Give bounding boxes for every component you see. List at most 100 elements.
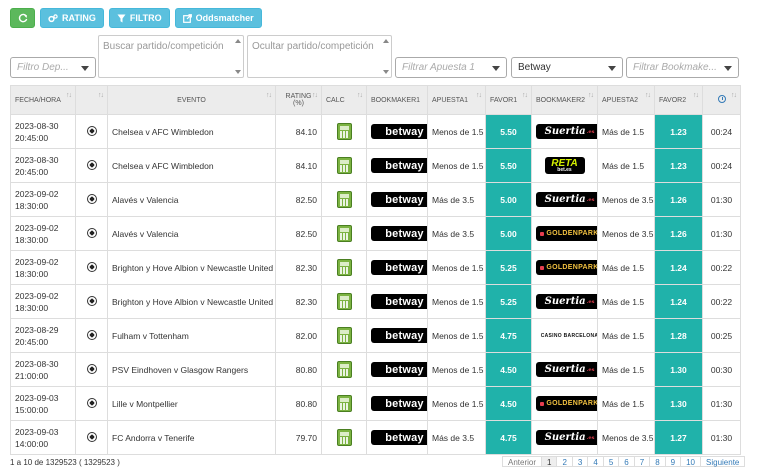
apuesta-filter-select[interactable]: Filtrar Apuesta 1 — [395, 57, 507, 78]
calculator-icon[interactable] — [336, 327, 352, 344]
calculator-icon[interactable] — [336, 225, 352, 242]
bookmaker1-select[interactable]: Betway — [511, 57, 623, 78]
cell-bookmaker2[interactable]: Suertia .es — [531, 284, 598, 319]
table-row[interactable]: 2023-08-30 20:45:00 Chelsea v AFC Wimbledo… — [10, 114, 741, 149]
table-row[interactable]: 2023-09-03 14:00:00 FC Andorra v Tenerife 7… — [10, 420, 741, 455]
search-match-input[interactable]: Buscar partido/competición — [98, 35, 244, 78]
cell-favor2[interactable]: 1.24 — [654, 284, 703, 319]
col-header-evento[interactable]: EVENTO ↑↓ — [107, 85, 276, 115]
col-header-apuesta2[interactable]: APUESTA2 ↑↓ — [597, 85, 655, 115]
pagination-page[interactable]: 2 — [556, 456, 573, 467]
table-row[interactable]: 2023-09-03 15:00:00 Lille v Montpellier 80.… — [10, 386, 741, 421]
pagination-next[interactable]: Siguiente — [700, 456, 746, 467]
pagination-page[interactable]: 6 — [618, 456, 635, 467]
cell-event[interactable]: Brighton y Hove Albion v Newcastle Unite… — [107, 250, 276, 285]
cell-bookmaker2[interactable]: GOLDENPARK — [531, 216, 598, 251]
refresh-button[interactable] — [10, 8, 35, 28]
cell-favor1[interactable]: 5.00 — [485, 182, 532, 217]
cell-event[interactable]: Alavés v Valencia — [107, 182, 276, 217]
calculator-icon[interactable] — [336, 429, 352, 446]
cell-favor1[interactable]: 5.25 — [485, 250, 532, 285]
pagination-page[interactable]: 3 — [571, 456, 589, 467]
calculator-icon[interactable] — [336, 361, 352, 378]
cell-event[interactable]: Brighton y Hove Albion v Newcastle Unite… — [107, 284, 276, 319]
col-header-countdown[interactable]: ↑↓ — [702, 85, 741, 115]
cell-bookmaker1[interactable]: betway — [366, 420, 428, 455]
cell-event[interactable]: Alavés v Valencia — [107, 216, 276, 251]
filtro-button[interactable]: FILTRO — [108, 8, 170, 28]
cell-bookmaker2[interactable]: Suertia .es — [531, 420, 598, 455]
cell-event[interactable]: Fulham v Tottenham — [107, 318, 276, 353]
cell-favor2[interactable]: 1.23 — [654, 148, 703, 183]
cell-favor1[interactable]: 4.75 — [485, 420, 532, 455]
cell-event[interactable]: Chelsea v AFC Wimbledon — [107, 114, 276, 149]
cell-bookmaker2[interactable]: GOLDENPARK — [531, 386, 598, 421]
cell-favor1[interactable]: 5.25 — [485, 284, 532, 319]
hide-match-input[interactable]: Ocultar partido/competición — [247, 35, 392, 78]
cell-favor2[interactable]: 1.26 — [654, 216, 703, 251]
cell-favor1[interactable]: 4.75 — [485, 318, 532, 353]
cell-bookmaker1[interactable]: betway — [366, 352, 428, 387]
cell-favor2[interactable]: 1.27 — [654, 420, 703, 455]
calculator-icon[interactable] — [336, 191, 352, 208]
table-row[interactable]: 2023-09-02 18:30:00 Alavés v Valencia 82.50… — [10, 216, 741, 251]
calculator-icon[interactable] — [336, 395, 352, 412]
calculator-icon[interactable] — [336, 157, 352, 174]
cell-bookmaker1[interactable]: betway — [366, 284, 428, 319]
cell-favor1[interactable]: 5.50 — [485, 114, 532, 149]
cell-bookmaker1[interactable]: betway — [366, 318, 428, 353]
pagination-page[interactable]: 8 — [649, 456, 666, 467]
cell-bookmaker1[interactable]: betway — [366, 114, 428, 149]
pagination-page[interactable]: 10 — [680, 456, 701, 467]
col-header-bookmaker1[interactable]: BOOKMAKER1 — [366, 85, 428, 115]
cell-favor2[interactable]: 1.24 — [654, 250, 703, 285]
pagination-page[interactable]: 4 — [587, 456, 604, 467]
cell-favor2[interactable]: 1.23 — [654, 114, 703, 149]
cell-bookmaker1[interactable]: betway — [366, 216, 428, 251]
pagination-page[interactable]: 1 — [541, 456, 558, 467]
cell-bookmaker1[interactable]: betway — [366, 148, 428, 183]
textarea-scrollbar[interactable] — [381, 37, 390, 76]
table-row[interactable]: 2023-08-30 21:00:00 PSV Eindhoven v Glasgo… — [10, 352, 741, 387]
cell-favor2[interactable]: 1.30 — [654, 352, 703, 387]
col-header-bookmaker2[interactable]: BOOKMAKER2 ↑↓ — [531, 85, 598, 115]
cell-favor1[interactable]: 5.00 — [485, 216, 532, 251]
pagination-previous[interactable]: Anterior — [502, 456, 543, 467]
calculator-icon[interactable] — [336, 293, 352, 310]
col-header-sport[interactable]: ↑↓ — [75, 85, 108, 115]
calculator-icon[interactable] — [336, 259, 352, 276]
cell-event[interactable]: FC Andorra v Tenerife — [107, 420, 276, 455]
cell-event[interactable]: PSV Eindhoven v Glasgow Rangers — [107, 352, 276, 387]
textarea-scrollbar[interactable] — [233, 37, 242, 76]
cell-favor1[interactable]: 4.50 — [485, 386, 532, 421]
cell-event[interactable]: Chelsea v AFC Wimbledon — [107, 148, 276, 183]
table-row[interactable]: 2023-09-02 18:30:00 Alavés v Valencia 82.50… — [10, 182, 741, 217]
col-header-calc[interactable]: CALC ↑↓ — [321, 85, 367, 115]
table-row[interactable]: 2023-08-30 20:45:00 Chelsea v AFC Wimbledo… — [10, 148, 741, 183]
cell-favor2[interactable]: 1.26 — [654, 182, 703, 217]
pagination-page[interactable]: 9 — [664, 456, 682, 467]
cell-bookmaker2[interactable]: GOLDENPARK — [531, 250, 598, 285]
cell-favor2[interactable]: 1.30 — [654, 386, 703, 421]
cell-bookmaker2[interactable]: Suertia .es — [531, 114, 598, 149]
cell-bookmaker1[interactable]: betway — [366, 386, 428, 421]
oddsmatcher-button[interactable]: Oddsmatcher — [174, 8, 262, 28]
rating-button[interactable]: RATING — [40, 8, 104, 28]
col-header-favor1[interactable]: FAVOR1 ↑↓ — [485, 85, 532, 115]
cell-bookmaker2[interactable]: CASINO BARCELONA — [531, 318, 598, 353]
col-header-favor2[interactable]: FAVOR2 ↑↓ — [654, 85, 703, 115]
cell-bookmaker2[interactable]: Suertia .es — [531, 352, 598, 387]
table-row[interactable]: 2023-08-29 20:45:00 Fulham v Tottenham 82.0… — [10, 318, 741, 353]
pagination-page[interactable]: 5 — [602, 456, 620, 467]
cell-event[interactable]: Lille v Montpellier — [107, 386, 276, 421]
pagination-page[interactable]: 7 — [633, 456, 651, 467]
table-row[interactable]: 2023-09-02 18:30:00 Brighton y Hove Albion… — [10, 284, 741, 319]
col-header-rating[interactable]: RATING (%) ↑↓ — [275, 85, 322, 115]
col-header-apuesta1[interactable]: APUESTA1 ↑↓ — [427, 85, 486, 115]
bookmaker2-filter-select[interactable]: Filtrar Bookmake... — [626, 57, 739, 78]
deporte-filter-select[interactable]: Filtro Dep... — [10, 57, 96, 78]
cell-bookmaker1[interactable]: betway — [366, 250, 428, 285]
cell-bookmaker1[interactable]: betway — [366, 182, 428, 217]
cell-bookmaker2[interactable]: RETA bet.es — [531, 148, 598, 183]
table-row[interactable]: 2023-09-02 18:30:00 Brighton y Hove Albion… — [10, 250, 741, 285]
